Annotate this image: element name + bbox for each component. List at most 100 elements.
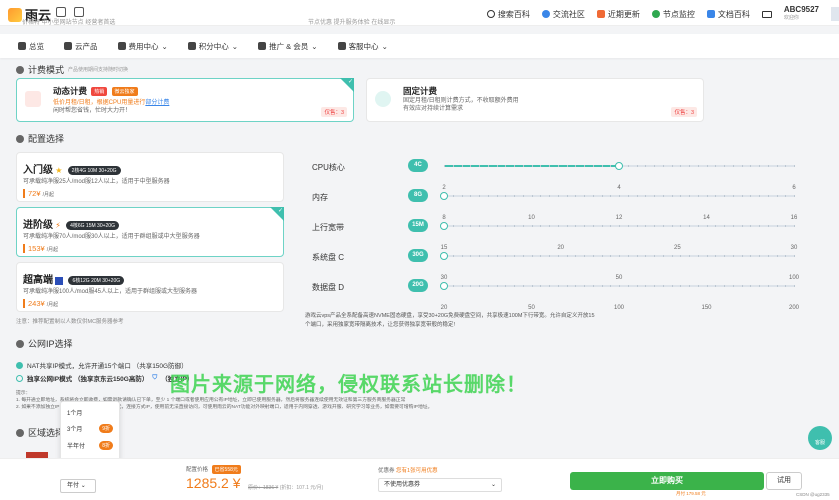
slider-dot: [689, 165, 690, 167]
slider-dot: [715, 225, 717, 227]
slider-dot: [706, 225, 708, 227]
location-icon: [16, 428, 24, 437]
menu-cloud-label: 云产品: [75, 41, 98, 51]
trial-button[interactable]: 试用: [766, 472, 802, 490]
customer-service-button[interactable]: 客服: [808, 426, 832, 450]
slider-handle[interactable]: [440, 192, 448, 200]
menu-points[interactable]: 积分中心 ⌄: [187, 41, 238, 52]
slider-dot: [610, 225, 612, 227]
menu-overview[interactable]: 总览: [18, 41, 44, 52]
package-price: 72¥: [28, 189, 41, 198]
nav-search[interactable]: 搜索百科: [486, 9, 530, 20]
slider-dot: [505, 165, 507, 167]
slider-handle[interactable]: [440, 282, 448, 290]
package-card-advanced[interactable]: 进阶级 ⚡ 4核6G 15M 30+20G 可承载纯净服70人/mod服30人以…: [16, 207, 284, 257]
slider-track[interactable]: 20 50 100 150 200: [440, 282, 799, 311]
slider-dot: [741, 165, 743, 167]
slider-track[interactable]: 246: [442, 162, 796, 191]
billing-dynamic-card[interactable]: 动态计费 热销 微云独家 低价月租/日租，根据CPU用量进行部分计费 闲时帮您省…: [16, 78, 354, 122]
cycle-option-6m[interactable]: 半年付: [67, 441, 85, 450]
cycle-option-1m[interactable]: 1个月: [67, 408, 82, 417]
billing-fixed-card[interactable]: 固定计费 固定月租/日租则计费方式，不收取额外费用 有效应对持续计算需求 仅售：…: [366, 78, 704, 122]
banner-text-left: 价格将 中小型网站节点 经营者首选: [22, 20, 116, 26]
chevron-down-icon: ⌄: [311, 41, 318, 51]
slider-dot: [627, 225, 629, 227]
slider-dot: [479, 165, 480, 167]
nav-docs-label: 文档百科: [717, 9, 750, 19]
slider-track[interactable]: 8 10 12 14 16: [440, 192, 797, 221]
menu-overview-label: 总览: [29, 41, 44, 51]
slider-dot: [724, 255, 725, 257]
slider-tick-label: 200: [788, 305, 800, 311]
credit-text: CSDN @ug2335: [796, 492, 830, 497]
menu-billing[interactable]: 费用中心 ⌄: [117, 41, 168, 52]
slider-dot: [776, 225, 778, 227]
window-icon[interactable]: [74, 7, 84, 17]
package-card-entry[interactable]: 入门级 ★ 2核4G 10M 30+20G 可承载纯净服25人/mod服12人以…: [16, 152, 284, 202]
radio-dedicated[interactable]: [16, 374, 23, 382]
menu-support[interactable]: 客服中心 ⌄: [337, 41, 388, 52]
slider-dot: [479, 225, 480, 227]
slider-dot: [575, 225, 577, 227]
package-card-premium[interactable]: 超高端 6核12G 20M 30+20G 可承载纯净服100人/mod服45人以…: [16, 262, 284, 312]
slider-dot: [732, 225, 734, 227]
slider-dot: [794, 165, 795, 167]
slider-track[interactable]: 30 50 100: [440, 252, 799, 281]
radio-nat[interactable]: [16, 361, 23, 369]
nav-docs[interactable]: 文档百科: [706, 9, 750, 20]
slider-dot: [662, 285, 664, 287]
slider-handle[interactable]: [440, 252, 448, 260]
menu-cloud[interactable]: 云产品: [64, 41, 98, 52]
slider-value-badge: 15M: [408, 219, 428, 232]
slider-dot: [592, 255, 594, 257]
ip-option-nat[interactable]: NAT共享IP模式，允许开通15个端口 （共享150G防御）: [16, 360, 188, 370]
mail-button[interactable]: [761, 10, 772, 18]
mail-icon: [761, 10, 772, 18]
coupon-select[interactable]: 不使用优惠券 ⌄: [378, 478, 502, 492]
slider-description: 游戏云vps产品全系配备高速NVME固态硬盘，享受30+20G免费硬盘空间，共享…: [305, 313, 595, 328]
avatar[interactable]: [831, 7, 839, 21]
diamond-icon: [375, 91, 391, 107]
original-price: 原价：1836 ¥: [248, 485, 279, 491]
nav-community[interactable]: 交流社区: [541, 9, 585, 20]
slider-dot: [505, 195, 507, 197]
billing-cycle-select[interactable]: 年付 ⌄: [60, 479, 96, 493]
user-info[interactable]: ABC9527 欢迎你: [784, 5, 819, 23]
slider-dot: [794, 195, 795, 197]
slider-dot: [767, 165, 769, 167]
menu-promo[interactable]: 推广 & 会员 ⌄: [258, 41, 318, 52]
slider-dot: [470, 195, 472, 197]
slider-dot: [759, 225, 760, 227]
package-unit: /月起: [46, 247, 59, 253]
slider-row: 内存 8G 8 10 12 14 16: [296, 182, 836, 221]
slider-dot: [452, 285, 454, 287]
shield-icon: ⛉: [152, 374, 158, 381]
slider-dot: [610, 255, 612, 257]
slider-dot: [794, 255, 795, 257]
image-icon[interactable]: [56, 7, 66, 17]
cycle-option-label: 3个月: [67, 427, 83, 433]
slider-dot: [479, 255, 480, 257]
slider-dot: [601, 195, 603, 197]
slider-dot: [619, 285, 620, 287]
slider-dot: [785, 165, 787, 167]
slider-track[interactable]: 15 20 25 30: [440, 222, 797, 251]
slider-dot: [592, 195, 594, 197]
wallet-icon: [117, 42, 126, 50]
nav-updates[interactable]: 近期更新: [596, 9, 640, 20]
slider-dot: [732, 195, 734, 197]
slider-dot: [776, 255, 778, 257]
slider-dot: [540, 165, 542, 167]
slider-dot: [540, 225, 542, 227]
buy-now-button[interactable]: 立即购买: [570, 472, 764, 490]
slider-dot: [732, 165, 734, 167]
ip-option-dedicated[interactable]: 独享公网IP模式 （独享京东云150G高防） ⛉ （独立IP）: [16, 373, 193, 383]
slider-handle[interactable]: [440, 222, 448, 230]
partial-billing-link[interactable]: 部分计费: [145, 100, 169, 106]
user-sub: 欢迎你: [783, 15, 799, 21]
slider-dot: [715, 255, 717, 257]
nav-monitor[interactable]: 节点监控: [651, 9, 695, 20]
config-note: 注意：推荐配置制以人数仅供MC服务器参考: [16, 319, 124, 325]
slider-dot: [654, 255, 655, 257]
slider-handle[interactable]: [615, 162, 623, 170]
